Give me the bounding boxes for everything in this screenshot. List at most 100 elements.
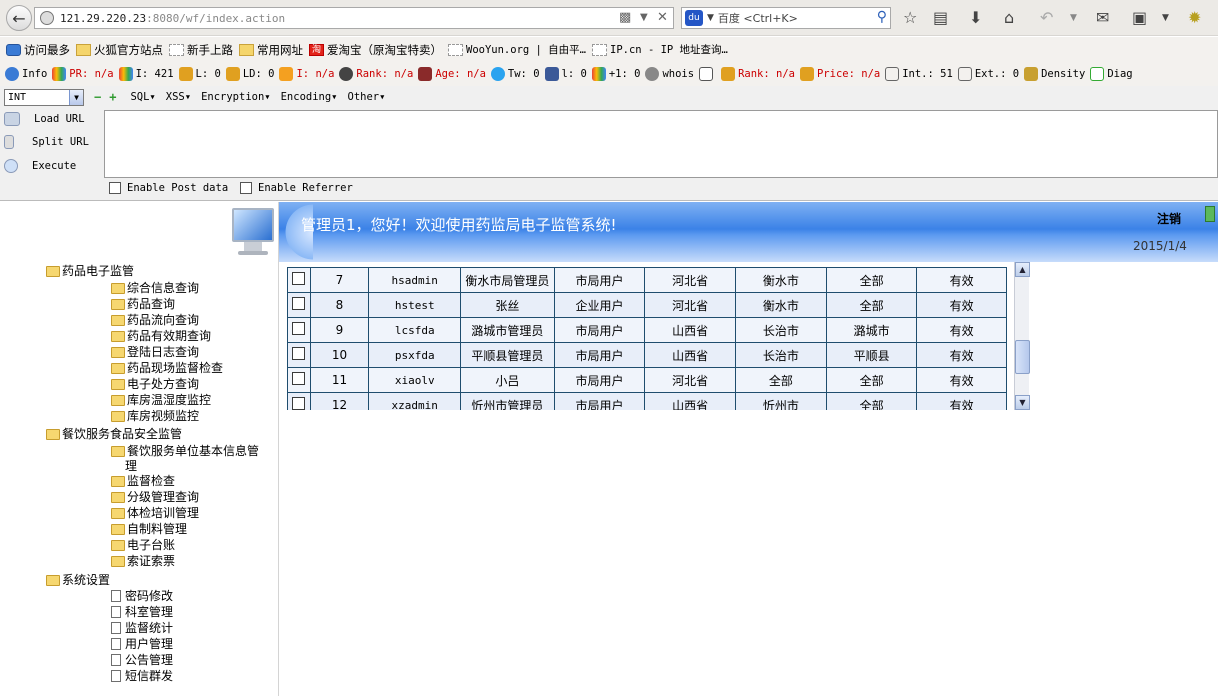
- menu-sql[interactable]: SQL▾: [130, 91, 155, 103]
- tree-item[interactable]: 药品有效期查询: [111, 328, 211, 344]
- bookmark-getting-started[interactable]: 新手上路: [169, 42, 233, 58]
- tree-group-system-settings[interactable]: 系统设置: [46, 572, 110, 588]
- row-checkbox[interactable]: [292, 322, 306, 335]
- row-checkbox[interactable]: [292, 272, 306, 285]
- seo-link-domains[interactable]: LD: 0: [225, 67, 274, 81]
- gear-icon[interactable]: ✹: [1188, 8, 1201, 27]
- bookmark-most-visited[interactable]: 访问最多: [6, 42, 70, 58]
- tree-item[interactable]: 电子处方查询: [111, 376, 199, 392]
- seo-internal-links[interactable]: Int.: 51: [885, 67, 953, 81]
- tree-item-wrap[interactable]: 理: [125, 458, 137, 474]
- row-checkbox[interactable]: [292, 372, 306, 385]
- logout-link[interactable]: 注销: [1157, 210, 1181, 227]
- row-checkbox[interactable]: [292, 347, 306, 360]
- seo-age[interactable]: Age: n/a: [418, 67, 486, 81]
- seo-density[interactable]: Density: [1024, 67, 1085, 81]
- menu-encoding[interactable]: Encoding▾: [281, 91, 338, 103]
- bookmark-wooyun[interactable]: WooYun.org | 自由平…: [448, 42, 586, 57]
- tree-item[interactable]: 科室管理: [111, 604, 173, 620]
- tree-item[interactable]: 自制料管理: [111, 521, 187, 537]
- scroll-thumb[interactable]: [1015, 340, 1030, 374]
- tree-item[interactable]: 库房视频监控: [111, 408, 199, 424]
- execute-button[interactable]: Execute: [0, 159, 76, 173]
- city-cell: 长治市: [734, 342, 827, 368]
- seo-source[interactable]: [699, 67, 716, 81]
- bookmark-ip-cn[interactable]: IP.cn - IP 地址查询…: [592, 42, 728, 57]
- url-bar[interactable]: 121.29.220.23 :8080/wf/index.action ▩ ▼ …: [34, 7, 674, 29]
- seo-diagnosis[interactable]: Diag: [1090, 67, 1133, 81]
- scroll-down-arrow-icon[interactable]: ▼: [1015, 395, 1030, 410]
- table-scrollbar[interactable]: ▲ ▼: [1014, 262, 1030, 410]
- logout-icon[interactable]: [1205, 206, 1215, 222]
- seo-links[interactable]: L: 0: [178, 67, 221, 81]
- enable-referrer-checkbox[interactable]: Enable Referrer: [240, 182, 353, 194]
- bookmark-ai-taobao[interactable]: 淘爱淘宝（原淘宝特卖）: [309, 42, 442, 58]
- left-menu-frame: 药品电子监管 综合信息查询 药品查询 药品流向查询 药品有效期查询 登陆日志查询…: [0, 202, 279, 696]
- tree-item[interactable]: 短信群发: [111, 668, 173, 684]
- url-textarea[interactable]: [104, 110, 1218, 178]
- tree-item[interactable]: 库房温湿度监控: [111, 392, 211, 408]
- download-icon[interactable]: ⬇: [969, 8, 982, 27]
- reading-list-icon[interactable]: ▤: [933, 8, 948, 27]
- dropdown-arrow-icon[interactable]: ▼: [640, 12, 648, 23]
- tree-group-food-safety[interactable]: 餐饮服务食品安全监管: [46, 426, 182, 442]
- tree-item[interactable]: 索证索票: [111, 553, 175, 569]
- tree-item[interactable]: 分级管理查询: [111, 489, 199, 505]
- seo-price[interactable]: Price: n/a: [799, 67, 880, 81]
- tree-item[interactable]: 密码修改: [111, 588, 173, 604]
- seo-whois[interactable]: whois: [645, 67, 694, 81]
- tree-item[interactable]: 药品现场监督检查: [111, 360, 223, 376]
- close-icon[interactable]: ✕: [657, 10, 668, 25]
- seo-semrush-rank[interactable]: Rank: n/a: [721, 67, 795, 81]
- plus-icon[interactable]: +: [109, 90, 116, 104]
- tree-item[interactable]: 登陆日志查询: [111, 344, 199, 360]
- seo-google-plus[interactable]: +1: 0: [591, 67, 640, 81]
- seo-info[interactable]: Info: [5, 67, 47, 81]
- row-checkbox[interactable]: [292, 297, 306, 310]
- chat-icon[interactable]: ✉: [1096, 8, 1109, 27]
- tree-item[interactable]: 用户管理: [111, 636, 173, 652]
- chevron-down-icon[interactable]: ▼: [707, 13, 714, 23]
- bookmark-firefox-official[interactable]: 火狐官方站点: [76, 42, 163, 58]
- search-box[interactable]: du ▼ 百度 <Ctrl+K> ⚲: [681, 7, 891, 29]
- tree-item[interactable]: 药品查询: [111, 296, 175, 312]
- tree-group-drug-supervision[interactable]: 药品电子监管: [46, 263, 134, 279]
- row-checkbox[interactable]: [292, 397, 306, 410]
- enable-post-checkbox[interactable]: Enable Post data: [109, 182, 228, 194]
- load-url-button[interactable]: Load URL: [0, 112, 85, 126]
- scroll-up-arrow-icon[interactable]: ▲: [1015, 262, 1030, 277]
- menu-other[interactable]: Other▾: [348, 91, 386, 103]
- seo-facebook[interactable]: l: 0: [544, 67, 587, 81]
- seo-twitter[interactable]: Tw: 0: [490, 67, 540, 81]
- seo-external-links[interactable]: Ext.: 0: [957, 67, 1019, 81]
- tree-item[interactable]: 综合信息查询: [111, 280, 199, 296]
- tree-item[interactable]: 监督检查: [111, 473, 175, 489]
- baidu-engine-icon[interactable]: du: [685, 10, 703, 26]
- hackbar-type-select[interactable]: INT ▼: [4, 88, 84, 106]
- search-input[interactable]: 百度 <Ctrl+K>: [718, 10, 798, 26]
- bookmark-common-sites[interactable]: 常用网址: [239, 42, 303, 58]
- seo-pagerank[interactable]: PR: n/a: [52, 67, 114, 81]
- menu-xss[interactable]: XSS▾: [166, 91, 191, 103]
- search-icon[interactable]: ⚲: [877, 9, 887, 25]
- home-icon[interactable]: ⌂: [1004, 8, 1014, 27]
- tree-item[interactable]: 药品流向查询: [111, 312, 199, 328]
- chevron-down-icon[interactable]: ▼: [1070, 13, 1077, 23]
- back-arrow-icon[interactable]: ←: [6, 5, 32, 31]
- split-url-button[interactable]: Split URL: [0, 135, 89, 149]
- seo-bing-index[interactable]: I: n/a: [279, 67, 334, 81]
- chevron-down-icon[interactable]: ▼: [1162, 13, 1169, 23]
- undo-icon[interactable]: ↶: [1040, 8, 1053, 27]
- tree-item[interactable]: 体检培训管理: [111, 505, 199, 521]
- seo-google-index[interactable]: I: 421: [118, 67, 174, 81]
- qr-code-icon[interactable]: ▩: [619, 10, 631, 25]
- crop-icon[interactable]: ▣: [1132, 8, 1147, 27]
- minus-icon[interactable]: −: [94, 90, 101, 104]
- tree-item[interactable]: 监督统计: [111, 620, 173, 636]
- star-icon[interactable]: ☆: [903, 8, 917, 27]
- tree-item[interactable]: 公告管理: [111, 652, 173, 668]
- seo-alexa-rank[interactable]: Rank: n/a: [339, 67, 413, 81]
- tree-item[interactable]: 电子台账: [111, 537, 175, 553]
- menu-encryption[interactable]: Encryption▾: [201, 91, 271, 103]
- tree-item[interactable]: 餐饮服务单位基本信息管: [111, 443, 259, 459]
